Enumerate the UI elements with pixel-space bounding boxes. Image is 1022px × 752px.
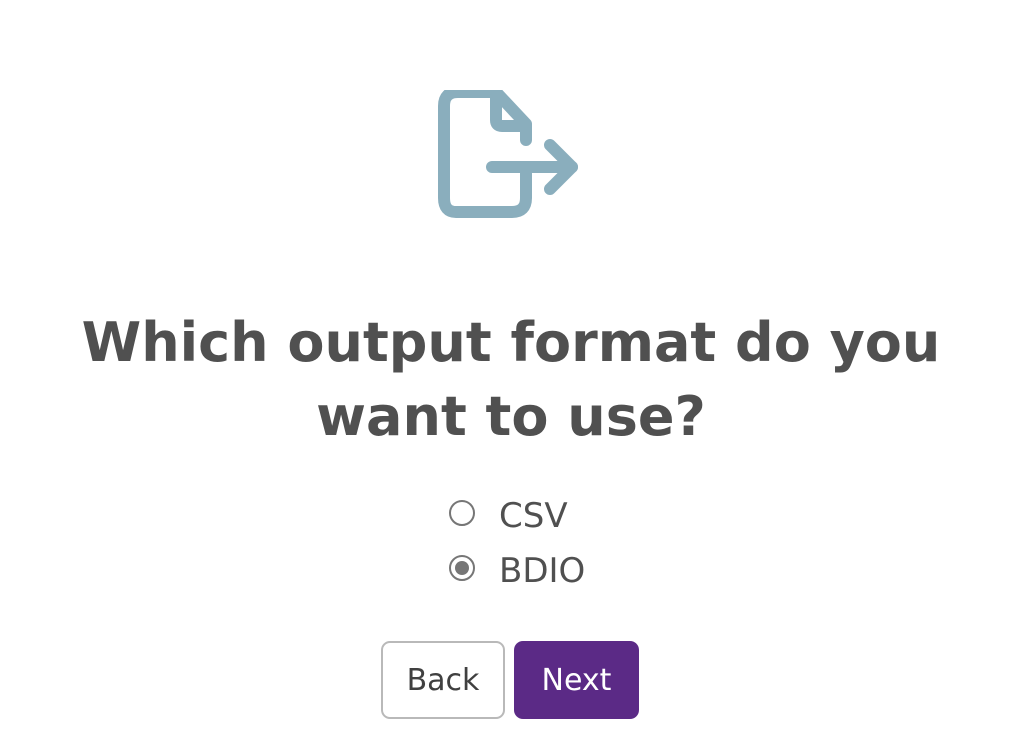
page-title: Which output format do you want to use? [0,306,1022,454]
question-line-2: want to use? [316,385,706,448]
file-export-icon [438,90,578,218]
question-line-1: Which output format do you [81,311,941,374]
radio-option-bdio[interactable]: BDIO [449,543,585,598]
radio-selected-dot [455,560,469,575]
next-button[interactable]: Next [514,641,639,719]
radio-button-csv[interactable] [449,499,475,526]
export-format-dialog: Which output format do you want to use? … [0,0,1022,752]
radio-option-csv[interactable]: CSV [449,488,585,543]
radio-label-bdio[interactable]: BDIO [499,551,585,591]
format-radio-group: CSV BDIO [449,488,585,598]
back-button[interactable]: Back [381,641,505,719]
radio-label-csv[interactable]: CSV [499,496,568,536]
radio-button-bdio[interactable] [449,554,475,581]
